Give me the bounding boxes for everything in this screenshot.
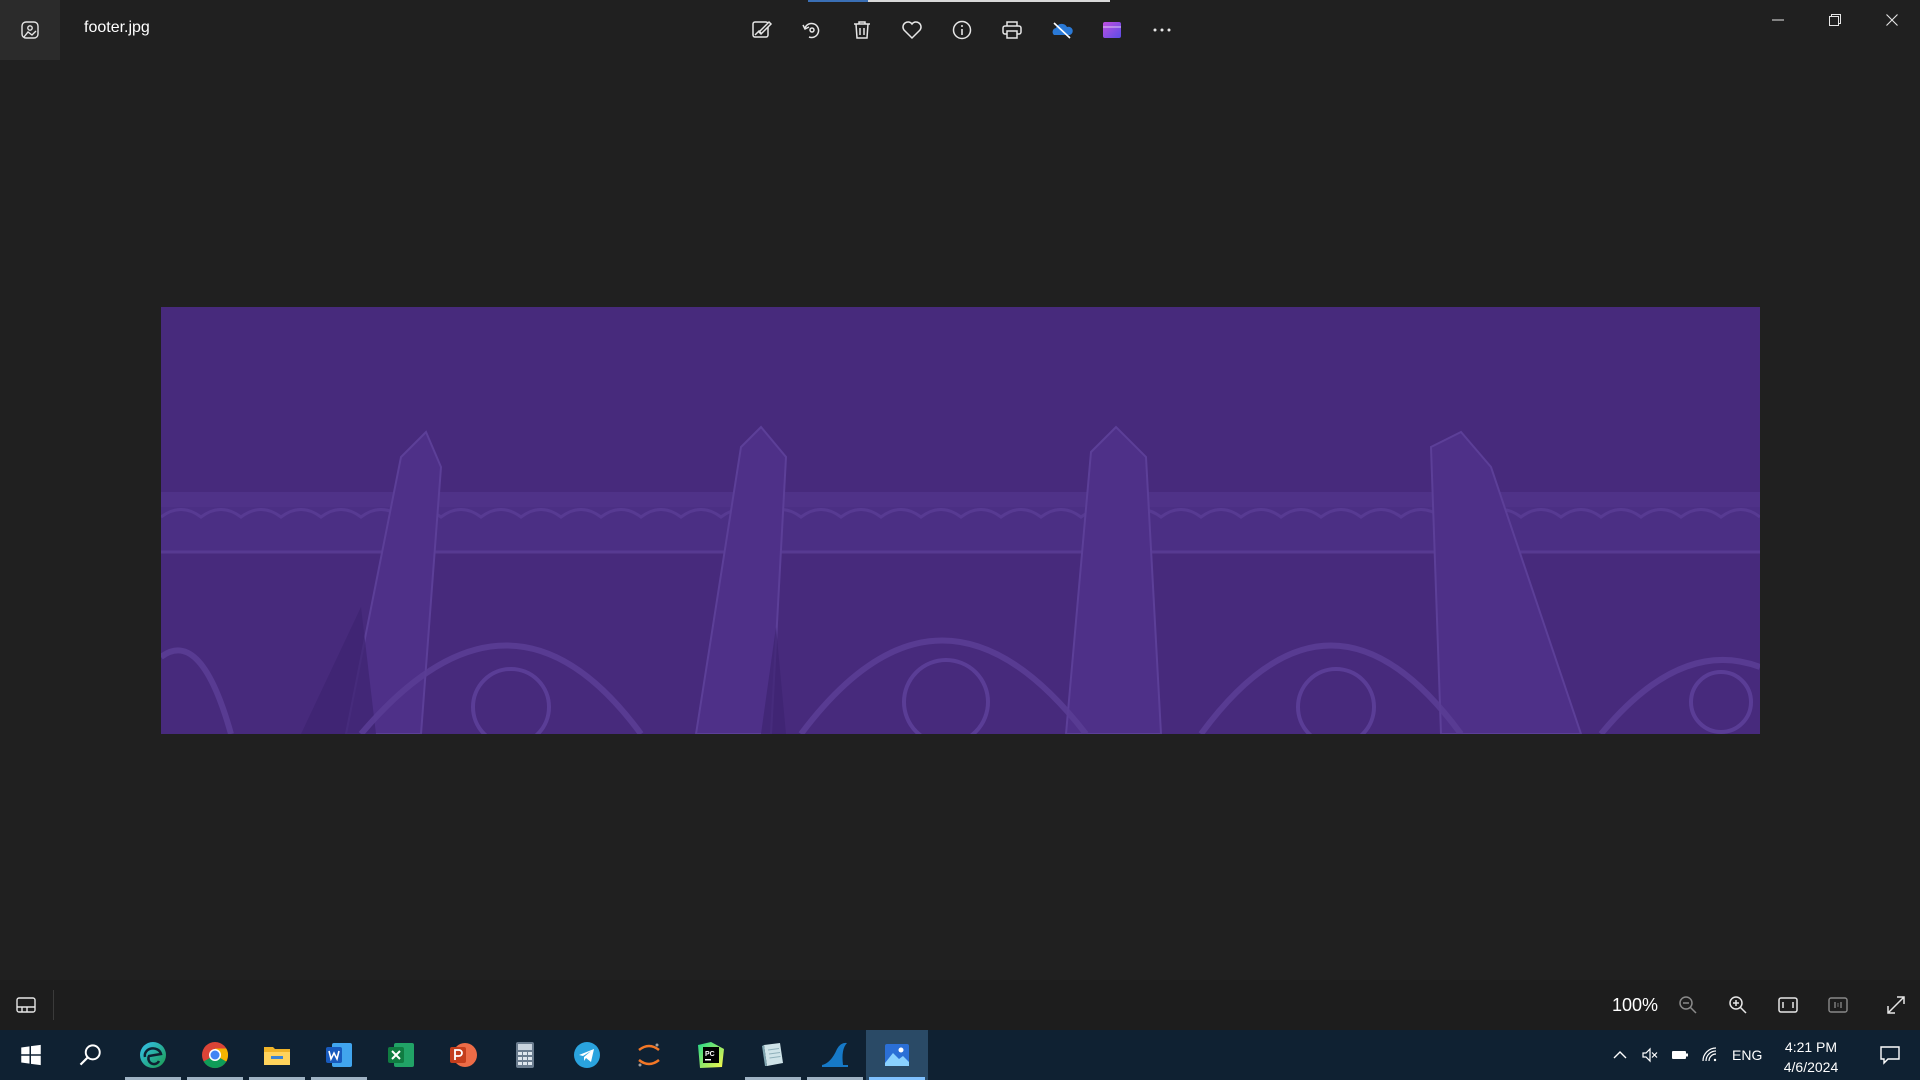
window-controls <box>1749 0 1920 40</box>
taskbar-app-powerpoint[interactable] <box>432 1030 494 1080</box>
bottom-bar: 100% <box>0 980 1920 1030</box>
gothic-facade-graphic <box>161 307 1760 734</box>
jupyter-icon <box>638 1043 660 1067</box>
taskbar-app-calculator[interactable] <box>494 1030 556 1080</box>
restore-icon <box>1828 14 1841 26</box>
heart-icon <box>902 21 922 40</box>
network-button[interactable] <box>1698 1030 1722 1080</box>
calculator-icon <box>516 1042 534 1068</box>
zoom-out-icon <box>1679 996 1697 1014</box>
taskbar-app-file-explorer[interactable] <box>246 1030 308 1080</box>
chrome-icon <box>202 1042 229 1069</box>
taskbar-clock[interactable]: 4:21 PM 4/6/2024 <box>1775 1037 1847 1077</box>
windows-taskbar: PC ENG 4:21 PM 4/6/2024 <box>0 1030 1920 1080</box>
full-screen-button[interactable] <box>1876 985 1916 1025</box>
fit-to-window-icon <box>1778 997 1798 1013</box>
print-icon <box>1002 21 1022 39</box>
more-icon <box>1153 28 1171 32</box>
rotate-icon <box>802 22 820 39</box>
actual-size-icon <box>1828 997 1848 1013</box>
battery-button[interactable] <box>1668 1030 1692 1080</box>
close-button[interactable] <box>1863 0 1920 40</box>
taskbar-app-edge[interactable] <box>122 1030 184 1080</box>
notification-icon <box>1880 1046 1900 1065</box>
chevron-up-icon <box>1613 1051 1627 1059</box>
show-hidden-icons-button[interactable] <box>1608 1030 1632 1080</box>
see-more-button[interactable] <box>1137 10 1187 50</box>
favorite-button[interactable] <box>887 10 937 50</box>
onedrive-button[interactable] <box>1037 10 1087 50</box>
volume-button[interactable] <box>1638 1030 1662 1080</box>
video-editor-button[interactable] <box>1087 10 1137 50</box>
loading-indicator-segment <box>808 0 868 2</box>
taskbar-app-wireshark[interactable] <box>804 1030 866 1080</box>
full-screen-icon <box>1887 996 1905 1014</box>
photos-icon <box>21 21 39 39</box>
edit-image-icon <box>752 20 773 38</box>
restore-button[interactable] <box>1806 0 1863 40</box>
info-icon <box>952 20 972 40</box>
filmstrip-icon <box>16 997 36 1013</box>
bottom-bar-divider <box>53 990 54 1020</box>
battery-icon <box>1672 1051 1688 1059</box>
close-icon <box>1885 14 1898 26</box>
title-bar: footer.jpg <box>0 0 1920 60</box>
input-language[interactable]: ENG <box>1732 1047 1762 1063</box>
minimize-icon <box>1771 19 1784 21</box>
search-button[interactable] <box>60 1030 122 1080</box>
taskbar-app-notes[interactable] <box>742 1030 804 1080</box>
taskbar-app-chrome[interactable] <box>184 1030 246 1080</box>
loading-indicator <box>808 0 1110 2</box>
delete-icon <box>854 21 870 39</box>
zoom-out-button[interactable] <box>1668 985 1708 1025</box>
zoom-level: 100% <box>1611 995 1658 1015</box>
svg-text:PC: PC <box>705 1051 715 1058</box>
pycharm-icon: PC <box>698 1042 724 1068</box>
wireshark-icon <box>822 1042 848 1067</box>
zoom-in-icon <box>1729 996 1747 1014</box>
search-icon <box>79 1044 101 1066</box>
edit-image-button[interactable] <box>737 10 787 50</box>
start-button[interactable] <box>0 1030 62 1080</box>
clock-date: 4/6/2024 <box>1783 1059 1839 1075</box>
filmstrip-button[interactable] <box>6 985 46 1025</box>
notification-center-button[interactable] <box>1860 1030 1920 1080</box>
notes-icon <box>762 1043 783 1066</box>
windows-logo-icon <box>21 1044 41 1066</box>
zoom-in-button[interactable] <box>1718 985 1758 1025</box>
telegram-icon <box>574 1042 600 1068</box>
delete-button[interactable] <box>837 10 887 50</box>
file-info-button[interactable] <box>937 10 987 50</box>
volume-muted-icon <box>1642 1047 1658 1063</box>
photos-app-icon[interactable] <box>0 0 60 60</box>
taskbar-app-jupyter[interactable] <box>618 1030 680 1080</box>
edge-icon <box>140 1042 166 1068</box>
actual-size-button[interactable] <box>1818 985 1858 1025</box>
fit-to-window-button[interactable] <box>1768 985 1808 1025</box>
powerpoint-icon <box>450 1043 477 1067</box>
taskbar-app-photos[interactable] <box>866 1030 928 1080</box>
video-editor-icon <box>1103 22 1121 38</box>
excel-icon <box>388 1043 414 1067</box>
taskbar-app-pycharm[interactable]: PC <box>680 1030 742 1080</box>
word-icon <box>326 1043 352 1067</box>
folder-icon <box>264 1047 290 1065</box>
clock-time: 4:21 PM <box>1784 1039 1838 1055</box>
taskbar-app-telegram[interactable] <box>556 1030 618 1080</box>
rotate-button[interactable] <box>787 10 837 50</box>
print-button[interactable] <box>987 10 1037 50</box>
displayed-image <box>161 307 1760 734</box>
file-name: footer.jpg <box>84 19 150 36</box>
photos-window: footer.jpg 100% <box>0 0 1920 1030</box>
photos-icon <box>885 1044 909 1066</box>
image-toolbar <box>737 10 1187 50</box>
minimize-button[interactable] <box>1749 0 1806 40</box>
taskbar-app-word[interactable] <box>308 1030 370 1080</box>
wifi-icon <box>1702 1047 1717 1062</box>
taskbar-app-excel[interactable] <box>370 1030 432 1080</box>
onedrive-icon <box>1052 22 1073 39</box>
